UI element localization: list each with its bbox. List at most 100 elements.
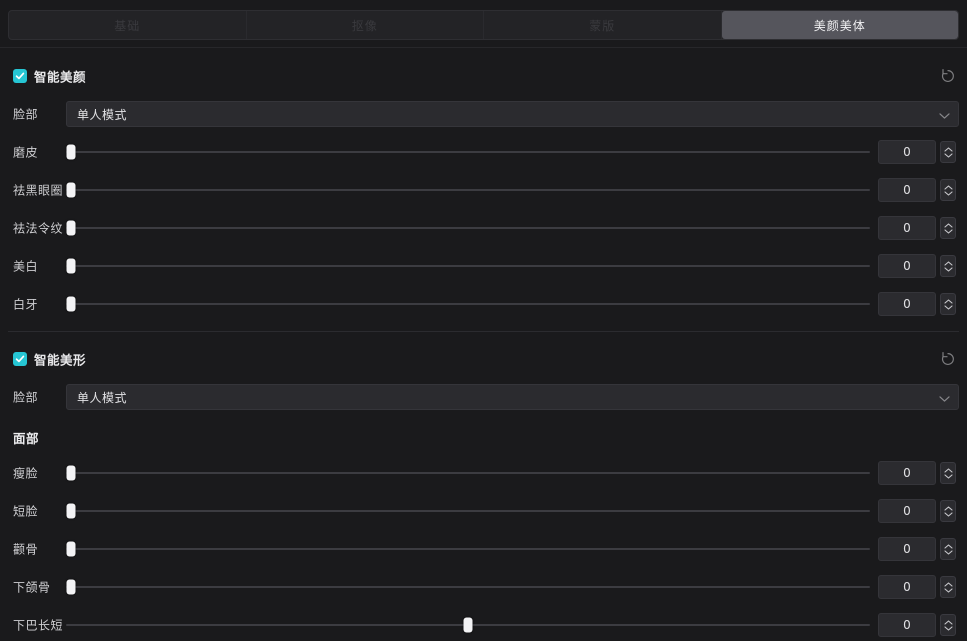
chevron-up-icon[interactable] xyxy=(943,581,953,587)
tab-mask[interactable]: 蒙版 xyxy=(484,11,722,39)
slider-handle[interactable] xyxy=(66,182,76,198)
spinner-mopi-arrows[interactable] xyxy=(940,141,956,163)
smart-beauty-reset-button[interactable] xyxy=(938,66,958,86)
chevron-up-icon[interactable] xyxy=(943,619,953,625)
slider-track xyxy=(66,586,870,588)
chevron-down-icon[interactable] xyxy=(943,304,953,310)
smart-beauty-checkbox[interactable] xyxy=(13,69,27,83)
spinner-cheekbone-arrows[interactable] xyxy=(940,538,956,560)
row-slider-dark-circles: 祛黑眼圈 0 xyxy=(0,176,967,204)
slider-nasolabial[interactable] xyxy=(66,214,870,242)
spinner-whiten-arrows[interactable] xyxy=(940,255,956,277)
row-slider-jawbone: 下颌骨 0 xyxy=(0,573,967,601)
spinner-jawbone-value[interactable]: 0 xyxy=(878,575,936,599)
slider-cheekbone-label: 颧骨 xyxy=(13,542,39,557)
chevron-up-icon[interactable] xyxy=(943,467,953,473)
spinner-jawbone-arrows[interactable] xyxy=(940,576,956,598)
slider-handle[interactable] xyxy=(66,579,76,595)
spinner-slim-face: 0 xyxy=(878,461,958,485)
chevron-down-icon[interactable] xyxy=(943,511,953,517)
face-mode-beauty-label: 脸部 xyxy=(13,107,39,122)
spinner-jawbone: 0 xyxy=(878,575,958,599)
chevron-down-icon[interactable] xyxy=(943,228,953,234)
spinner-whiten-value[interactable]: 0 xyxy=(878,254,936,278)
slider-chin-length[interactable] xyxy=(66,611,870,639)
row-slider-slim-face: 瘦脸 0 xyxy=(0,459,967,487)
chevron-down-icon[interactable] xyxy=(943,549,953,555)
tab-beauty[interactable]: 美颜美体 xyxy=(721,11,958,39)
slider-handle[interactable] xyxy=(66,541,76,557)
slider-teeth[interactable] xyxy=(66,290,870,318)
chevron-down-icon[interactable] xyxy=(943,266,953,272)
slider-jawbone-label: 下颌骨 xyxy=(13,580,51,595)
reset-icon xyxy=(941,352,954,365)
slider-handle[interactable] xyxy=(66,465,76,481)
slider-mopi-label: 磨皮 xyxy=(13,145,39,160)
slider-dark-circles[interactable] xyxy=(66,176,870,204)
spinner-short-face-arrows[interactable] xyxy=(940,500,956,522)
slider-handle[interactable] xyxy=(66,503,76,519)
chevron-up-icon[interactable] xyxy=(943,184,953,190)
slider-nasolabial-label: 祛法令纹 xyxy=(13,221,64,236)
chevron-up-icon[interactable] xyxy=(943,505,953,511)
tab-basic[interactable]: 基础 xyxy=(9,11,247,39)
slider-handle[interactable] xyxy=(463,617,473,633)
slider-whiten[interactable] xyxy=(66,252,870,280)
slider-slim-face[interactable] xyxy=(66,459,870,487)
slider-mopi[interactable] xyxy=(66,138,870,166)
chevron-up-icon[interactable] xyxy=(943,146,953,152)
slider-handle[interactable] xyxy=(66,144,76,160)
smart-reshape-reset-button[interactable] xyxy=(938,349,958,369)
section-divider xyxy=(8,331,959,332)
check-icon xyxy=(15,72,25,80)
spinner-short-face-value[interactable]: 0 xyxy=(878,499,936,523)
slider-track xyxy=(66,151,870,153)
chevron-up-icon[interactable] xyxy=(943,260,953,266)
chevron-down-icon[interactable] xyxy=(943,625,953,631)
chevron-down-icon[interactable] xyxy=(943,190,953,196)
chevron-up-icon[interactable] xyxy=(943,298,953,304)
slider-track xyxy=(66,265,870,267)
chevron-down-icon[interactable] xyxy=(943,473,953,479)
face-mode-reshape-select[interactable]: 单人模式 xyxy=(66,384,959,410)
spinner-chin-length-arrows[interactable] xyxy=(940,614,956,636)
slider-handle[interactable] xyxy=(66,258,76,274)
face-mode-beauty-value: 单人模式 xyxy=(77,107,128,122)
spinner-chin-length-value[interactable]: 0 xyxy=(878,613,936,637)
spinner-mopi-value[interactable]: 0 xyxy=(878,140,936,164)
tab-chromakey[interactable]: 抠像 xyxy=(247,11,484,39)
face-mode-reshape-label: 脸部 xyxy=(13,390,39,405)
spinner-slim-face-value[interactable]: 0 xyxy=(878,461,936,485)
slider-jawbone[interactable] xyxy=(66,573,870,601)
smart-beauty-title: 智能美颜 xyxy=(34,69,87,85)
group-heading-face: 面部 xyxy=(13,431,40,446)
smart-reshape-checkbox[interactable] xyxy=(13,352,27,366)
spinner-mopi: 0 xyxy=(878,140,958,164)
chevron-down-icon[interactable] xyxy=(943,587,953,593)
spinner-short-face: 0 xyxy=(878,499,958,523)
slider-track xyxy=(66,472,870,474)
section-header-smart-reshape: 智能美形 xyxy=(0,344,967,374)
spinner-chin-length: 0 xyxy=(878,613,958,637)
spinner-nasolabial-value[interactable]: 0 xyxy=(878,216,936,240)
row-face-mode-beauty: 脸部 单人模式 xyxy=(0,100,967,128)
slider-track xyxy=(66,548,870,550)
spinner-cheekbone-value[interactable]: 0 xyxy=(878,537,936,561)
chevron-up-icon[interactable] xyxy=(943,222,953,228)
slider-track xyxy=(66,189,870,191)
slider-cheekbone[interactable] xyxy=(66,535,870,563)
slider-handle[interactable] xyxy=(66,296,76,312)
chevron-down-icon[interactable] xyxy=(943,152,953,158)
spinner-dark-circles-value[interactable]: 0 xyxy=(878,178,936,202)
spinner-nasolabial-arrows[interactable] xyxy=(940,217,956,239)
slider-handle[interactable] xyxy=(66,220,76,236)
tab-bar: 基础 抠像 蒙版 美颜美体 xyxy=(8,10,959,40)
face-mode-beauty-select[interactable]: 单人模式 xyxy=(66,101,959,127)
tab-basic-label: 基础 xyxy=(114,18,141,33)
slider-short-face[interactable] xyxy=(66,497,870,525)
spinner-teeth-arrows[interactable] xyxy=(940,293,956,315)
spinner-slim-face-arrows[interactable] xyxy=(940,462,956,484)
spinner-dark-circles-arrows[interactable] xyxy=(940,179,956,201)
spinner-teeth-value[interactable]: 0 xyxy=(878,292,936,316)
chevron-up-icon[interactable] xyxy=(943,543,953,549)
